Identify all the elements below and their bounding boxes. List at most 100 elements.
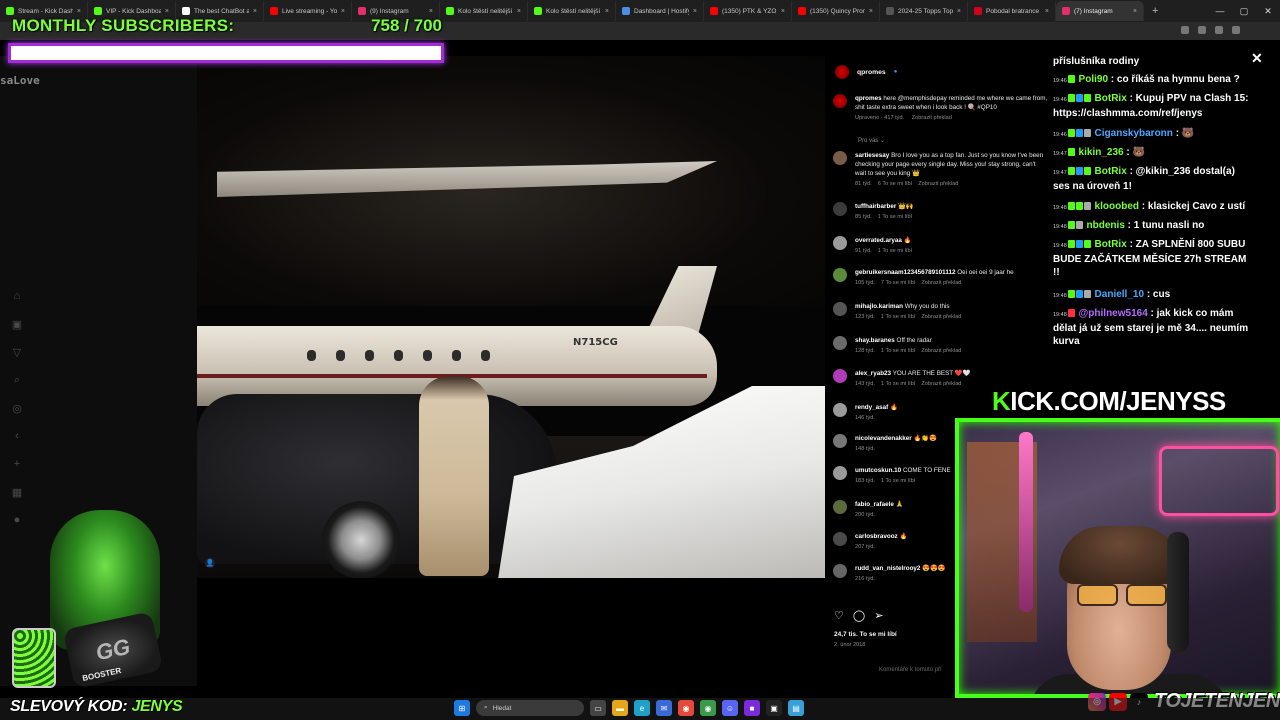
commenter-avatar[interactable] [833, 151, 847, 165]
commenter-name[interactable]: mihajlo.kariman [855, 303, 903, 310]
comment-icon[interactable]: ◯ [853, 609, 865, 622]
like-icon[interactable]: ♡ [834, 609, 844, 622]
commenter-avatar[interactable] [833, 302, 847, 316]
tag-people-icon[interactable]: 👤 [205, 558, 215, 568]
comment-likes[interactable]: 1 To se mi líbí [881, 314, 915, 320]
commenter-name[interactable]: rudd_van_nistelrooy2 [855, 565, 920, 572]
commenter-avatar[interactable] [833, 466, 847, 480]
post-photo[interactable]: N715CG 👤 [197, 56, 825, 578]
tab-close-icon[interactable]: × [1133, 8, 1137, 15]
caption-avatar[interactable] [833, 94, 847, 108]
translate-link[interactable]: Zobrazit překlad [921, 381, 961, 387]
discord-icon[interactable]: ☺ [722, 700, 738, 716]
comment-likes[interactable]: 1 To se mi líbí [878, 248, 912, 254]
caption-user[interactable]: qpromes [855, 95, 882, 102]
tab-close-icon[interactable]: × [517, 8, 521, 15]
cast-icon[interactable] [1181, 26, 1189, 34]
comment-likes[interactable]: 1 To se mi líbí [881, 381, 915, 387]
extension-icon[interactable] [1215, 26, 1223, 34]
commenter-avatar[interactable] [833, 369, 847, 383]
browser-tab[interactable]: Kolo štěstí nelitější × [528, 1, 616, 21]
chrome-icon[interactable]: ◉ [678, 700, 694, 716]
tab-close-icon[interactable]: × [341, 8, 345, 15]
commenter-avatar[interactable] [833, 403, 847, 417]
browser-tab[interactable]: Dashboard | Hostify × [616, 1, 704, 21]
task-view-icon[interactable]: ▭ [590, 700, 606, 716]
tab-close-icon[interactable]: × [605, 8, 609, 15]
start-icon[interactable]: ⊞ [454, 700, 470, 716]
browser-tab[interactable]: (7) Instagram × [1056, 1, 1144, 21]
comment-likes[interactable]: 1 To se mi líbí [881, 478, 915, 484]
browser-tab[interactable]: (1350) PTK & YZO × [704, 1, 792, 21]
commenter-avatar[interactable] [833, 268, 847, 282]
comment-likes[interactable]: 6 To se mi líbí [878, 181, 912, 187]
share-icon[interactable]: ➢ [874, 609, 883, 622]
tab-close-icon[interactable]: × [429, 8, 433, 15]
profile-icon[interactable] [1232, 26, 1240, 34]
file-explorer-icon[interactable]: ▬ [612, 700, 628, 716]
notepad-icon[interactable]: ▤ [788, 700, 804, 716]
tab-close-icon[interactable]: × [957, 8, 961, 15]
author-avatar[interactable] [835, 65, 849, 79]
translate-link[interactable]: Zobrazit překlad [921, 348, 961, 354]
close-window-button[interactable]: ✕ [1256, 0, 1280, 22]
author-name[interactable]: qpromes [857, 69, 886, 76]
tab-close-icon[interactable]: × [1045, 8, 1049, 15]
tab-close-icon[interactable]: × [253, 8, 257, 15]
commenter-avatar[interactable] [833, 202, 847, 216]
commenter-name[interactable]: shay.baranes [855, 337, 895, 344]
browser-tab[interactable]: 2024-25 Topps Topp × [880, 1, 968, 21]
grid-icon[interactable]: ▦ [10, 484, 24, 500]
comment-likes[interactable]: 1 To se mi líbí [881, 348, 915, 354]
terminal-icon[interactable]: ▣ [766, 700, 782, 716]
add-comment-field[interactable]: Komentáře k tomuto pří [879, 667, 942, 673]
browser-tab[interactable]: Kolo štěstí nelitější × [440, 1, 528, 21]
tab-close-icon[interactable]: × [77, 8, 81, 15]
search-icon[interactable]: ⌕ [10, 372, 24, 388]
browser-tab[interactable]: Pobodal bratrance × [968, 1, 1056, 21]
browser-tab[interactable]: (1350) Quincy Prom × [792, 1, 880, 21]
for-you-dropdown[interactable]: Pro vás ⌄ [858, 137, 885, 144]
commenter-name[interactable]: alex_ryab23 [855, 370, 891, 377]
commenter-name[interactable]: nicolevandenakker [855, 435, 912, 442]
commenter-name[interactable]: fabio_rafaele [855, 501, 894, 508]
tab-close-icon[interactable]: × [781, 8, 785, 15]
translate-link[interactable]: Zobrazit překlad [918, 181, 958, 187]
commenter-avatar[interactable] [833, 434, 847, 448]
new-tab-button[interactable]: + [1144, 5, 1166, 17]
comment-likes[interactable]: 7 To se mi líbí [881, 280, 915, 286]
commenter-avatar[interactable] [833, 564, 847, 578]
commenter-avatar[interactable] [833, 236, 847, 250]
bookmark-icon[interactable] [1198, 26, 1206, 34]
minimize-button[interactable]: — [1208, 0, 1232, 22]
translate-link[interactable]: Zobrazit překlad [921, 314, 961, 320]
filter-icon[interactable]: ▽ [10, 344, 24, 360]
commenter-name[interactable]: tuffhairbarber [855, 203, 896, 210]
tab-close-icon[interactable]: × [165, 8, 169, 15]
commenter-avatar[interactable] [833, 532, 847, 546]
edge-icon[interactable]: e [634, 700, 650, 716]
mail-icon[interactable]: ✉ [656, 700, 672, 716]
tab-close-icon[interactable]: × [693, 8, 697, 15]
plus-icon[interactable]: + [10, 456, 24, 472]
commenter-name[interactable]: sartiesesay [855, 152, 889, 159]
compass-icon[interactable]: ◎ [10, 400, 24, 416]
commenter-name[interactable]: umutcoskun.10 [855, 467, 901, 474]
translate-link[interactable]: Zobrazit překlad [921, 280, 961, 286]
back-icon[interactable]: ‹ [10, 428, 24, 444]
chrome-profile-icon[interactable]: ◉ [700, 700, 716, 716]
commenter-name[interactable]: gebruikersnaam123456789101112 [855, 269, 955, 276]
maximize-button[interactable]: ▢ [1232, 0, 1256, 22]
comment-likes[interactable]: 1 To se mi líbí [878, 214, 912, 220]
commenter-avatar[interactable] [833, 500, 847, 514]
taskbar-search[interactable]: ⌕ Hledat [476, 700, 584, 716]
likes-count[interactable]: 24,7 tis. To se mi líbí [834, 631, 897, 638]
home-icon[interactable]: ⌂ [10, 288, 24, 304]
explore-icon[interactable]: ▣ [10, 316, 24, 332]
commenter-name[interactable]: rendy_asaf [855, 404, 888, 411]
app-icon[interactable]: ■ [744, 700, 760, 716]
commenter-name[interactable]: overrated.aryaa [855, 237, 902, 244]
tab-close-icon[interactable]: × [869, 8, 873, 15]
commenter-avatar[interactable] [833, 336, 847, 350]
translate-link[interactable]: Zobrazit překlad [912, 115, 952, 121]
